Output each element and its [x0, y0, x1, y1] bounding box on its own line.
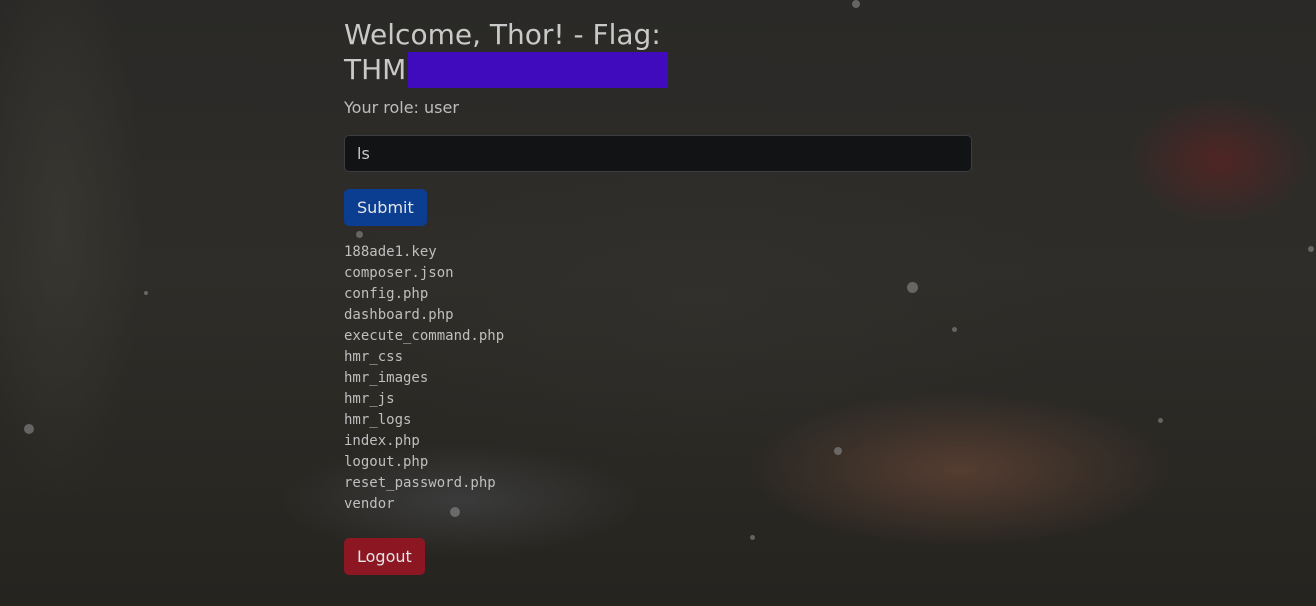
file-item: 188ade1.key	[344, 244, 437, 260]
file-item: execute_command.php	[344, 328, 505, 344]
command-input[interactable]	[344, 135, 972, 172]
submit-button[interactable]: Submit	[344, 189, 427, 226]
user-role: Your role: user	[344, 98, 459, 117]
page-title: Welcome, Thor! - Flag: THM	[344, 18, 704, 88]
dashboard-content: Welcome, Thor! - Flag: THM Your role: us…	[344, 0, 972, 575]
dust-particle	[24, 424, 34, 434]
dust-particle	[144, 291, 148, 295]
flag-redaction-box	[408, 52, 669, 88]
file-item: reset_password.php	[344, 475, 496, 491]
command-output-list: 188ade1.key composer.json config.php das…	[344, 242, 972, 515]
flag-prefix: THM	[344, 53, 407, 86]
logout-button[interactable]: Logout	[344, 538, 425, 575]
logout-section: Logout	[344, 538, 972, 575]
file-item: composer.json	[344, 265, 454, 281]
dust-particle	[1158, 418, 1163, 423]
file-item: config.php	[344, 286, 429, 302]
file-item: vendor	[344, 496, 395, 512]
file-item: index.php	[344, 433, 420, 449]
dust-particle	[1308, 246, 1314, 252]
file-item: logout.php	[344, 454, 429, 470]
file-item: hmr_css	[344, 349, 404, 365]
file-item: hmr_images	[344, 370, 429, 386]
file-item: hmr_js	[344, 391, 395, 407]
file-item: dashboard.php	[344, 307, 454, 323]
file-item: hmr_logs	[344, 412, 412, 428]
welcome-text: Welcome, Thor! - Flag:	[344, 18, 661, 51]
